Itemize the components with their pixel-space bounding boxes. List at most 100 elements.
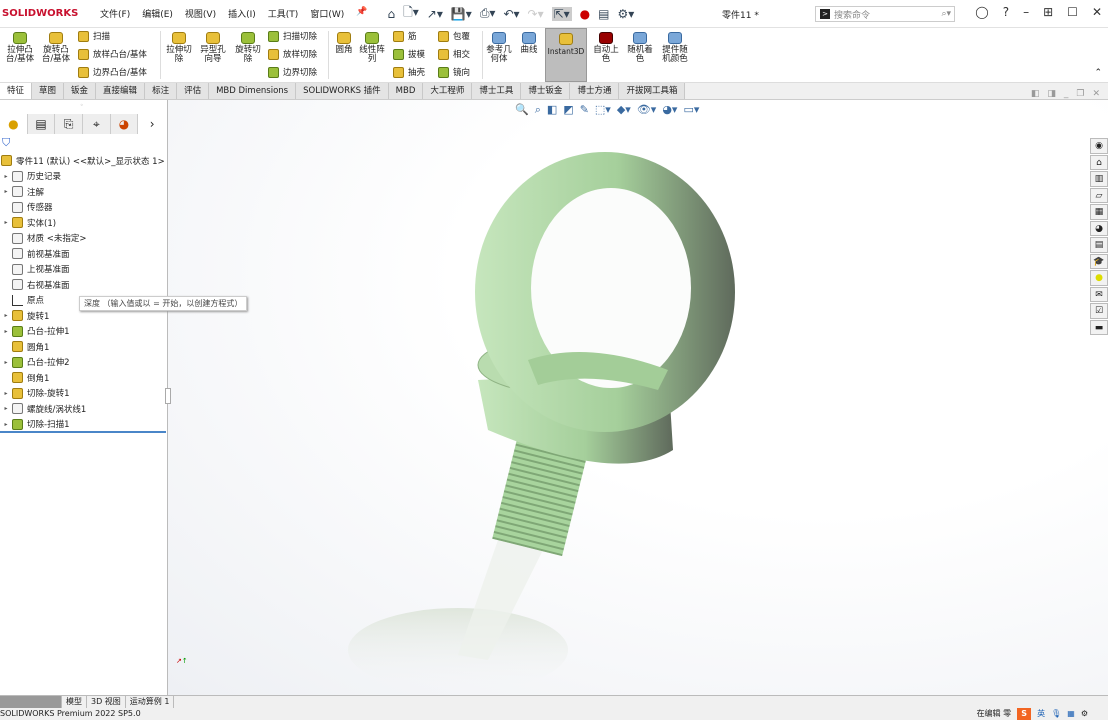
split-left-icon[interactable]: ◧ [1031, 89, 1040, 99]
menu-view[interactable]: 视图(V) [179, 7, 222, 20]
tree-item[interactable]: ▸ 切除-扫描1 [0, 417, 166, 433]
part-random-color-button[interactable]: 提件随机颜色 [659, 32, 691, 64]
linear-pattern-button[interactable]: 线性阵列 [358, 32, 386, 64]
save-icon[interactable]: 💾▾ [451, 7, 472, 21]
loft-boss-button[interactable]: 放样凸台/基体 [78, 48, 147, 60]
menu-tools[interactable]: 工具(T) [262, 7, 305, 20]
boundary-cut-button[interactable]: 边界切除 [268, 66, 317, 78]
tab-model[interactable]: 模型 [62, 696, 87, 708]
tree-item[interactable]: 上视基准面 [0, 262, 166, 278]
user-icon[interactable]: ◯ [975, 5, 988, 19]
draft-button[interactable]: 拔模 [393, 48, 425, 60]
graphics-area[interactable]: ↗↑ [168, 100, 1108, 695]
minimize-button[interactable]: – [1023, 5, 1029, 19]
hole-wizard-button[interactable]: 异型孔向导 [198, 32, 228, 64]
tab-boshi-sheet-metal[interactable]: 博士钣金 [521, 83, 571, 99]
tab-kaibawang-toolbox[interactable]: 开拔网工具箱 [619, 83, 686, 99]
hide-show-icon[interactable]: 👁▾ [637, 103, 657, 117]
home-icon[interactable]: ⌂ [387, 7, 395, 21]
split-right-icon[interactable]: ◨ [1047, 89, 1056, 99]
display-manager-tab-icon[interactable]: ◕ [110, 114, 139, 134]
custom-properties-icon[interactable]: ▤ [1090, 237, 1108, 253]
tree-root[interactable]: 零件11 (默认) <<默认>_显示状态 1> [0, 153, 166, 169]
menu-window[interactable]: 窗口(W) [304, 7, 350, 20]
tab-mbd-dimensions[interactable]: MBD Dimensions [209, 83, 297, 99]
redo-icon[interactable]: ↷▾ [528, 7, 544, 21]
dynamic-annotation-icon[interactable]: ✎ [580, 103, 589, 117]
tree-item[interactable]: ▸ 凸台-拉伸2 [0, 355, 166, 371]
tree-item[interactable]: 倒角1 [0, 370, 166, 386]
light-icon[interactable]: ● [1090, 270, 1108, 286]
fillet-button[interactable]: 圆角 [332, 32, 356, 55]
tree-item[interactable]: ▸ 螺旋线/涡状线1 [0, 401, 166, 417]
section-view-icon[interactable]: ◩ [563, 103, 573, 117]
undo-icon[interactable]: ↶▾ [503, 7, 519, 21]
view-orientation-icon[interactable]: ⬚▾ [595, 103, 611, 117]
tree-item[interactable]: 传感器 [0, 200, 166, 216]
tree-item[interactable]: ▸ 注解 [0, 184, 166, 200]
tab-features[interactable]: 特征 [0, 83, 33, 99]
menu-insert[interactable]: 插入(I) [222, 7, 262, 20]
property-manager-tab-icon[interactable]: ▤ [27, 114, 56, 134]
file-properties-icon[interactable]: ▤ [598, 7, 609, 21]
vp-minimize[interactable]: _ [1064, 89, 1069, 99]
zoom-to-fit-icon[interactable]: 🔍 [515, 103, 529, 117]
random-color-button[interactable]: 随机着色 [625, 32, 655, 64]
solidworks-resources-icon[interactable]: ◉ [1090, 138, 1108, 154]
design-library-icon[interactable]: ▥ [1090, 171, 1108, 187]
extrude-boss-button[interactable]: 拉伸凸台/基体 [4, 32, 36, 64]
tab-motion-study-1[interactable]: 运动算例 1 [126, 696, 175, 708]
tab-markup[interactable]: 标注 [145, 83, 178, 99]
menu-file[interactable]: 文件(F) [94, 7, 136, 20]
tree-item[interactable]: ▸ 历史记录 [0, 169, 166, 185]
tab-direct-editing[interactable]: 直接编辑 [96, 83, 146, 99]
feature-manager-tab-icon[interactable]: ● [0, 114, 28, 134]
tab-solidworks-addins[interactable]: SOLIDWORKS 插件 [296, 83, 389, 99]
auto-color-button[interactable]: 自动上色 [590, 32, 622, 64]
rebuild-icon[interactable]: ● [580, 7, 590, 21]
checklist-icon[interactable]: ☑ [1090, 303, 1108, 319]
open-icon[interactable]: ↗▾ [427, 7, 443, 21]
vp-close[interactable]: ✕ [1092, 89, 1100, 99]
configuration-manager-tab-icon[interactable]: ⎘ [55, 114, 84, 134]
tab-boshi-tube[interactable]: 博士方通 [570, 83, 620, 99]
display-style-icon[interactable]: ◆▾ [617, 103, 631, 117]
tree-item[interactable]: 前视基准面 [0, 246, 166, 262]
mirror-button[interactable]: 镜向 [438, 66, 470, 78]
tab-sketch[interactable]: 草图 [32, 83, 65, 99]
ime-language[interactable]: 英 [1037, 708, 1045, 720]
tree-item[interactable]: 圆角1 [0, 339, 166, 355]
panel-tabs-more-icon[interactable]: › [138, 114, 167, 134]
maximize-button[interactable]: ☐ [1067, 5, 1078, 19]
forum-icon[interactable]: ✉ [1090, 286, 1108, 302]
view-palette-icon[interactable]: ▦ [1090, 204, 1108, 220]
panel-collapse-handle[interactable] [165, 388, 171, 404]
microphone-icon[interactable]: 🎙 [1051, 708, 1061, 720]
rib-button[interactable]: 筋 [393, 30, 417, 42]
extrude-cut-button[interactable]: 拉伸切除 [164, 32, 194, 64]
pin-icon[interactable]: 📌 [350, 7, 373, 20]
view-settings-icon[interactable]: ▭▾ [683, 103, 699, 117]
learning-icon[interactable]: 🎓 [1090, 253, 1108, 269]
intersect-button[interactable]: 相交 [438, 48, 470, 60]
tab-3d-views[interactable]: 3D 视图 [87, 696, 126, 708]
search-commands-input[interactable]: > 搜索命令 ⌕▾ [815, 6, 955, 22]
settings-icon[interactable]: ⚙ [1081, 708, 1088, 720]
home-pane-icon[interactable]: ⌂ [1090, 154, 1108, 170]
menu-edit[interactable]: 编辑(E) [136, 7, 179, 20]
filter-icon[interactable]: ⛉ [2, 136, 10, 150]
new-icon[interactable]: 🗋▾ [403, 3, 419, 24]
sogou-ime-icon[interactable]: S [1017, 708, 1032, 720]
help-icon[interactable]: ? [1003, 5, 1009, 19]
previous-view-icon[interactable]: ◧ [547, 103, 557, 117]
swept-cut-button[interactable]: 扫描切除 [268, 30, 317, 42]
boundary-boss-button[interactable]: 边界凸台/基体 [78, 66, 147, 78]
tile-button[interactable]: ⊞ [1043, 5, 1053, 19]
tree-item[interactable]: 材质 <未指定> [0, 231, 166, 247]
instant3d-button[interactable]: Instant3D [545, 28, 587, 82]
dimxpert-tab-icon[interactable]: ⌖ [83, 114, 111, 134]
zoom-area-icon[interactable]: ⌕ [535, 103, 541, 117]
revolve-cut-button[interactable]: 旋转切除 [232, 32, 264, 64]
tab-boshi-tools[interactable]: 博士工具 [472, 83, 522, 99]
splitter-handle[interactable]: ◦ [80, 102, 84, 109]
